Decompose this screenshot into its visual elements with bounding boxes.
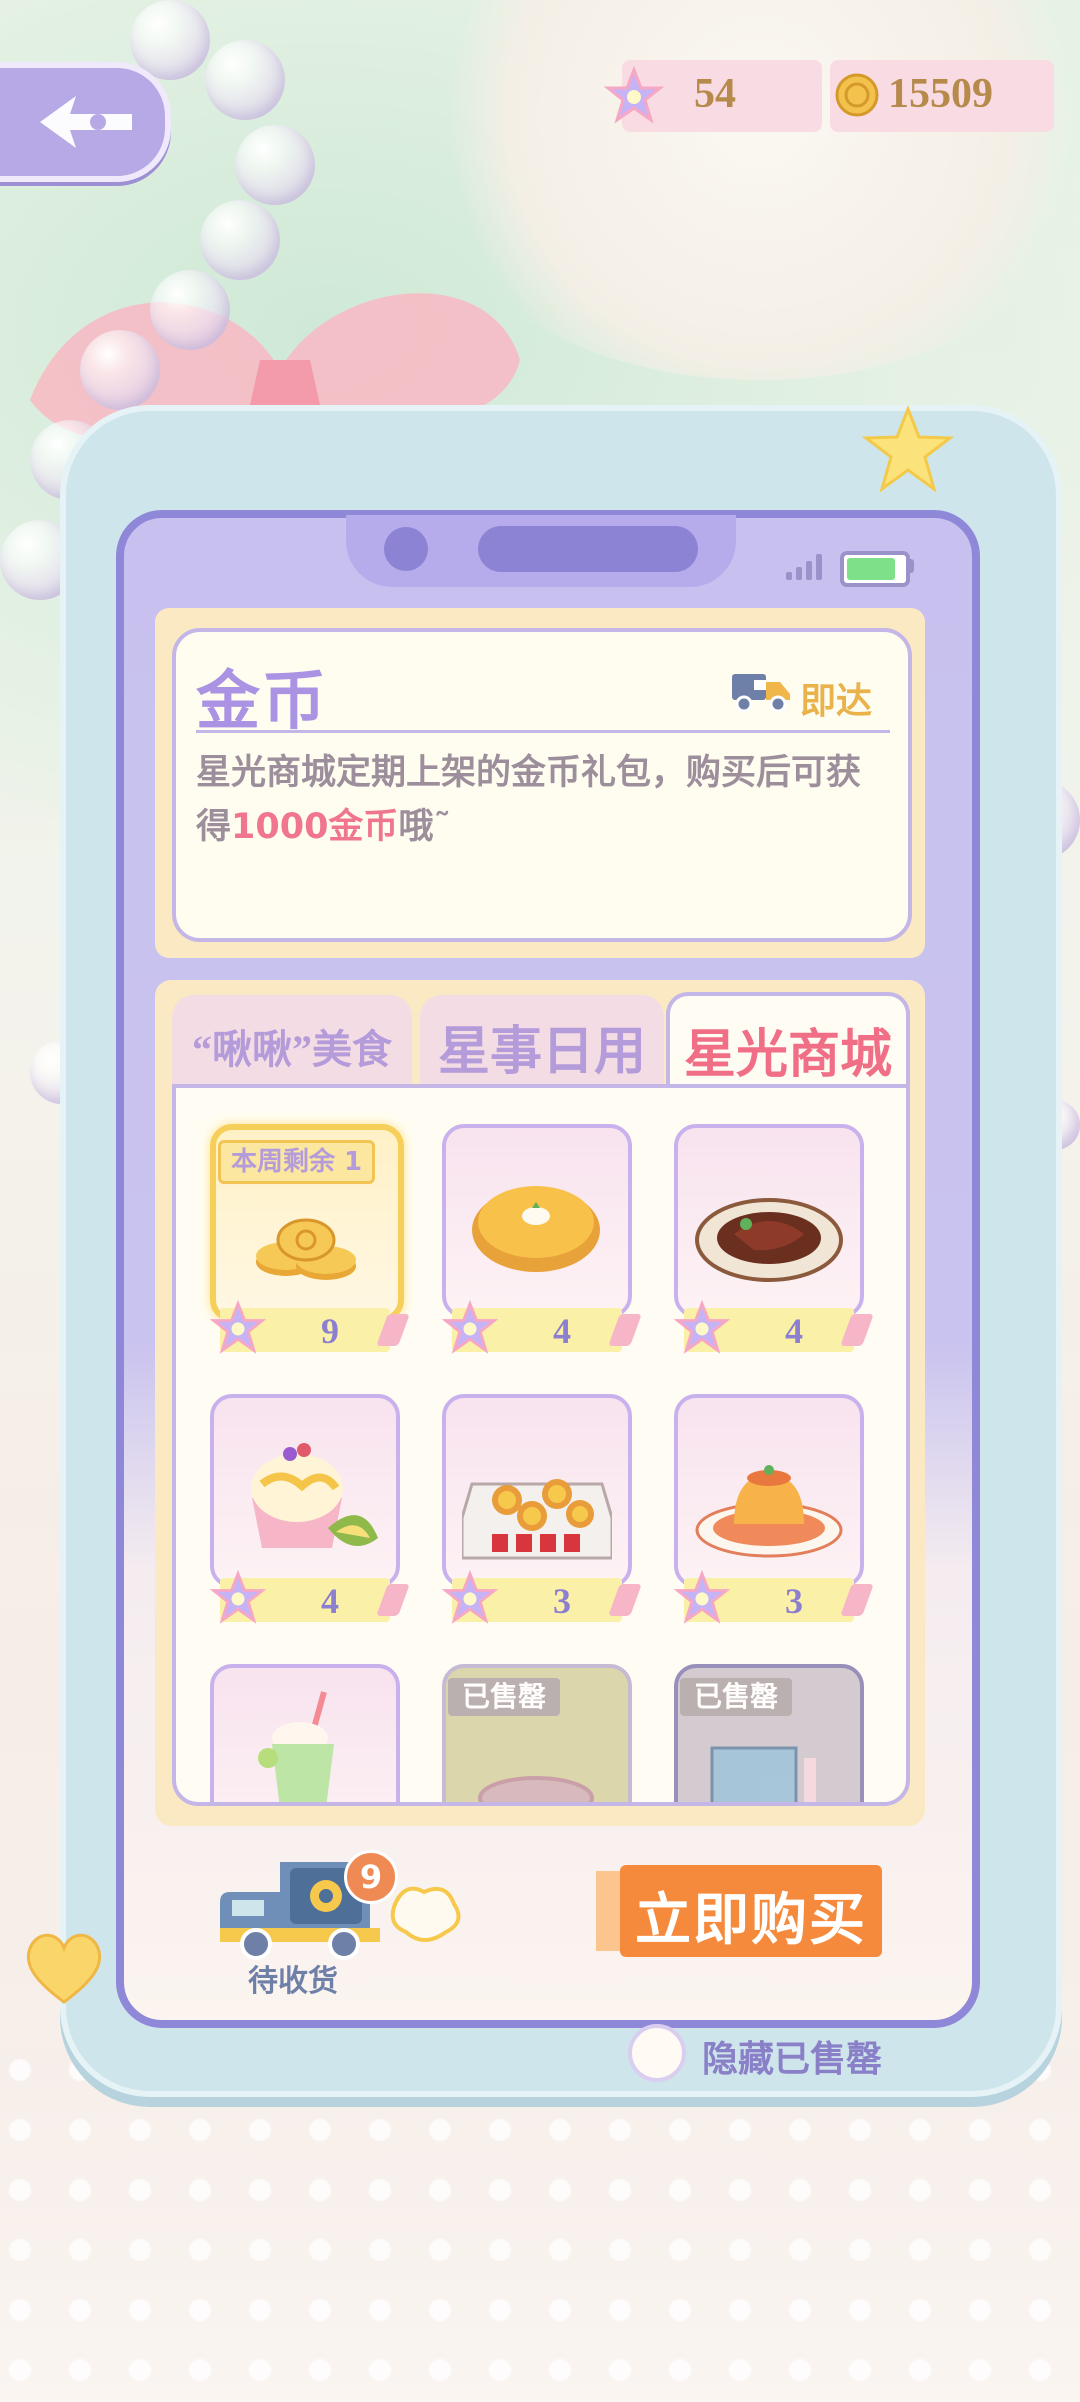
hide-sold-out-label[interactable]: 隐藏已售罄 bbox=[702, 2030, 882, 2082]
shop-item-pudding[interactable]: 3 bbox=[674, 1394, 864, 1626]
signal-icon bbox=[786, 554, 826, 580]
buy-now-button[interactable]: 立即购买 bbox=[620, 1865, 882, 1957]
bead-decoration bbox=[150, 270, 230, 350]
reward-highlight: 1000金币 bbox=[231, 807, 399, 847]
rainbow-star-icon bbox=[210, 1300, 266, 1354]
title-divider bbox=[196, 730, 890, 733]
battery-tip bbox=[908, 559, 914, 573]
notch-speaker bbox=[478, 526, 698, 572]
battery-icon bbox=[840, 551, 910, 587]
coin-count: 15509 bbox=[888, 71, 993, 117]
hide-sold-out-checkbox[interactable] bbox=[628, 2024, 686, 2082]
shop-item-sold-out[interactable]: 已售罄 bbox=[674, 1664, 864, 1802]
item-description: 星光商城定期上架的金币礼包，购买后可获 得1000金币哦˜ bbox=[196, 753, 862, 847]
coin-currency: 15509 bbox=[830, 60, 1054, 132]
tab-food[interactable]: “啾啾”美食 bbox=[172, 995, 412, 1085]
rainbow-star-icon bbox=[674, 1570, 730, 1624]
shop-item-matcha-drink[interactable] bbox=[210, 1664, 400, 1802]
tab-starlight-mall[interactable]: 星光商城 bbox=[666, 992, 910, 1092]
pudding-icon bbox=[695, 1465, 843, 1558]
pie-icon bbox=[472, 1186, 600, 1272]
bead-decoration bbox=[235, 125, 315, 205]
pending-count-badge: 9 bbox=[344, 1850, 398, 1904]
rainbow-star-icon bbox=[210, 1570, 266, 1624]
heart-icon bbox=[26, 1933, 102, 2004]
yellow-star-icon bbox=[862, 405, 954, 493]
notch-camera bbox=[384, 527, 428, 571]
coin-icon bbox=[834, 72, 880, 118]
bead-decoration bbox=[80, 330, 160, 410]
sold-item-icon bbox=[710, 1746, 816, 1802]
lace-decoration-bottom bbox=[0, 2050, 1080, 2402]
steak-icon bbox=[695, 1198, 843, 1282]
pending-delivery-label: 待收货 bbox=[248, 1964, 338, 1999]
shop-item-steak[interactable]: 4 bbox=[674, 1124, 864, 1356]
durian-dessert-icon bbox=[251, 1443, 378, 1548]
gold-coins-icon bbox=[256, 1218, 356, 1280]
delivery-label: 即达 bbox=[800, 681, 873, 722]
egg-tarts-icon bbox=[462, 1479, 612, 1560]
matcha-drink-icon bbox=[258, 1691, 334, 1802]
item-grid: 本周剩余 1 9 4 4 4 3 3 已售罄 已售罄 bbox=[172, 1084, 910, 1806]
shop-item-durian-ice[interactable]: 4 bbox=[210, 1394, 400, 1626]
bead-decoration bbox=[205, 40, 285, 120]
rainbow-star-icon bbox=[604, 66, 664, 126]
rainbow-star-icon bbox=[442, 1300, 498, 1354]
shop-item-sold-out[interactable]: 已售罄 bbox=[442, 1664, 632, 1802]
shop-item-gold-coins[interactable]: 本周剩余 1 9 bbox=[210, 1124, 404, 1356]
star-currency: 54 bbox=[604, 60, 822, 132]
bead-decoration bbox=[200, 200, 280, 280]
sold-item-icon bbox=[478, 1776, 594, 1802]
rainbow-star-icon bbox=[442, 1570, 498, 1624]
shop-item-pie[interactable]: 4 bbox=[442, 1124, 632, 1356]
pending-delivery-truck-icon[interactable] bbox=[210, 1852, 470, 1962]
tab-daily-goods[interactable]: 星事日用 bbox=[420, 995, 664, 1085]
back-arrow-icon bbox=[40, 96, 132, 148]
sold-out-tag: 已售罄 bbox=[680, 1678, 792, 1716]
shop-item-egg-tarts[interactable]: 3 bbox=[442, 1394, 632, 1626]
back-button[interactable] bbox=[0, 62, 171, 182]
item-title: 金币 bbox=[196, 666, 328, 737]
sold-out-tag: 已售罄 bbox=[448, 1678, 560, 1716]
delivery-truck-icon bbox=[732, 674, 790, 713]
weekly-remaining-badge: 本周剩余 1 bbox=[218, 1140, 376, 1184]
star-count: 54 bbox=[694, 71, 736, 117]
rainbow-star-icon bbox=[674, 1300, 730, 1354]
